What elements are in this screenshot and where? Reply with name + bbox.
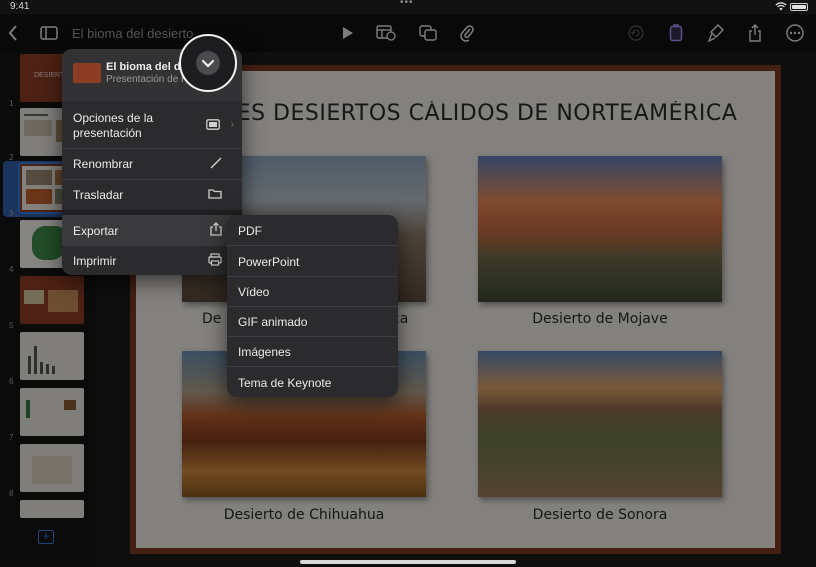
export-powerpoint[interactable]: PowerPoint <box>227 246 398 276</box>
home-indicator[interactable] <box>300 560 516 564</box>
wifi-icon <box>775 2 787 11</box>
menu-item-move[interactable]: Trasladar <box>62 180 242 210</box>
status-bar: 9:41 ••• <box>0 0 816 14</box>
printer-icon <box>208 253 222 269</box>
keynote-app: 9:41 ••• El bioma del desierto DESIERTO … <box>0 0 816 567</box>
export-icon <box>210 222 222 239</box>
battery-icon <box>790 3 808 11</box>
menu-item-print[interactable]: Imprimir <box>62 246 242 275</box>
export-submenu: PDF PowerPoint Vídeo GIF animado Imágene… <box>227 215 398 397</box>
export-keynote-theme[interactable]: Tema de Keynote <box>227 367 398 397</box>
export-video[interactable]: Vídeo <box>227 276 398 306</box>
menu-doc-title: El bioma del de <box>106 61 187 73</box>
menu-item-presentation-options[interactable]: Opciones de la presentación › <box>62 107 242 147</box>
menu-item-export[interactable]: Exportar <box>62 215 242 245</box>
pencil-icon <box>210 157 222 172</box>
folder-icon <box>208 188 222 202</box>
export-images[interactable]: Imágenes <box>227 336 398 366</box>
export-animated-gif[interactable]: GIF animado <box>227 306 398 336</box>
menu-item-rename[interactable]: Renombrar <box>62 149 242 179</box>
screen-icon <box>206 119 220 133</box>
chevron-down-icon <box>196 51 220 75</box>
status-time: 9:41 <box>10 1 30 12</box>
document-menu-toggle-button[interactable] <box>179 34 237 92</box>
menu-doc-subtitle: Presentación de K <box>106 74 188 85</box>
multitasking-dots-icon[interactable]: ••• <box>400 0 414 8</box>
chevron-right-icon: › <box>230 119 234 130</box>
export-pdf[interactable]: PDF <box>227 215 398 245</box>
document-thumbnail <box>73 63 101 83</box>
